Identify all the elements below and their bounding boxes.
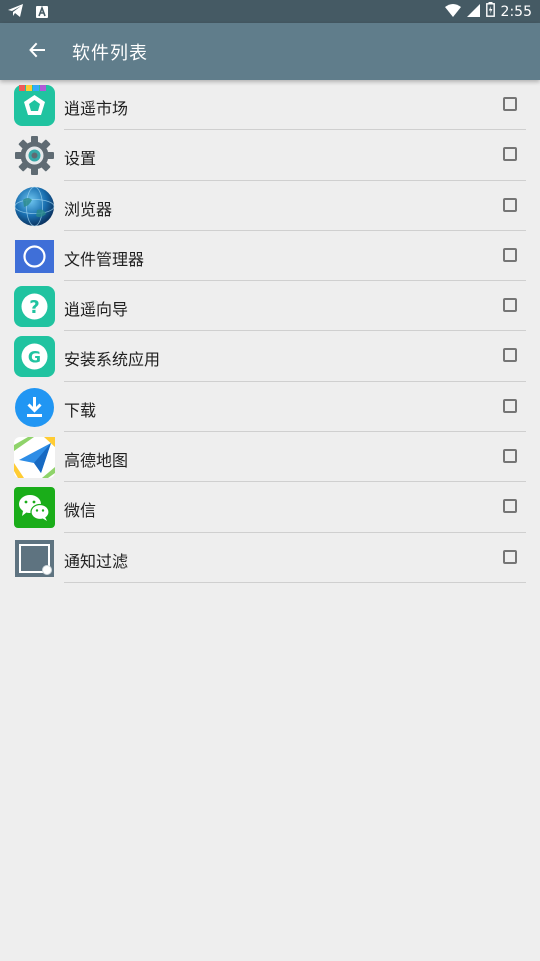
list-item[interactable]: 通知过滤: [0, 533, 540, 583]
app-name: 安装系统应用: [64, 350, 161, 370]
list-item[interactable]: 下载: [0, 382, 540, 433]
app-checkbox[interactable]: [503, 247, 517, 262]
download-icon: [14, 387, 55, 428]
app-name: 高德地图: [64, 451, 129, 471]
wechat-icon: [14, 487, 55, 529]
app-list: 逍遥市场 设置 浏览器 文件管理器 ? 逍遥向导 G 安装系统应用 下载 高德地…: [0, 80, 540, 583]
amap-icon: [14, 437, 55, 479]
wifi-icon: [444, 2, 461, 21]
list-item[interactable]: G 安装系统应用: [0, 331, 540, 382]
status-time: 2:55: [500, 3, 532, 20]
guide-question-icon: ?: [14, 286, 55, 328]
app-name: 通知过滤: [64, 551, 129, 571]
app-name: 文件管理器: [64, 249, 145, 269]
notification-a-icon: [36, 3, 48, 22]
app-name: 设置: [64, 149, 97, 169]
list-item[interactable]: ? 逍遥向导: [0, 281, 540, 332]
install-g-icon: G: [14, 336, 55, 378]
file-manager-icon: [14, 236, 55, 277]
app-checkbox[interactable]: [503, 97, 517, 111]
list-item[interactable]: 逍遥市场: [0, 80, 540, 131]
browser-globe-icon: [14, 186, 55, 227]
app-bar: 软件列表: [0, 23, 540, 80]
status-bar: 2:55: [0, 0, 540, 23]
svg-text:G: G: [28, 348, 41, 367]
app-checkbox[interactable]: [503, 549, 517, 564]
settings-gear-icon: [14, 135, 55, 176]
list-item[interactable]: 高德地图: [0, 432, 540, 483]
arrow-back-icon: [28, 41, 46, 63]
back-button[interactable]: [20, 35, 54, 69]
app-checkbox[interactable]: [503, 298, 517, 313]
app-name: 下载: [64, 400, 97, 420]
divider: [64, 581, 526, 583]
list-item[interactable]: 设置: [0, 130, 540, 181]
market-icon: [14, 85, 55, 126]
telegram-notification-icon: [8, 3, 24, 22]
list-item[interactable]: 浏览器: [0, 181, 540, 231]
app-name: 浏览器: [64, 199, 113, 219]
app-checkbox[interactable]: [503, 499, 517, 514]
app-checkbox[interactable]: [503, 449, 517, 464]
app-name: 微信: [64, 501, 97, 521]
notification-filter-icon: [14, 538, 55, 579]
battery-icon: [485, 2, 495, 21]
app-name: 逍遥向导: [64, 300, 129, 320]
app-checkbox[interactable]: [503, 147, 517, 162]
signal-icon: [466, 2, 480, 21]
svg-text:?: ?: [29, 297, 39, 318]
app-checkbox[interactable]: [503, 197, 517, 212]
app-name: 逍遥市场: [64, 99, 129, 118]
list-item[interactable]: 微信: [0, 482, 540, 533]
app-checkbox[interactable]: [503, 398, 517, 413]
page-title: 软件列表: [72, 43, 148, 64]
list-item[interactable]: 文件管理器: [0, 231, 540, 282]
app-checkbox[interactable]: [503, 348, 517, 363]
